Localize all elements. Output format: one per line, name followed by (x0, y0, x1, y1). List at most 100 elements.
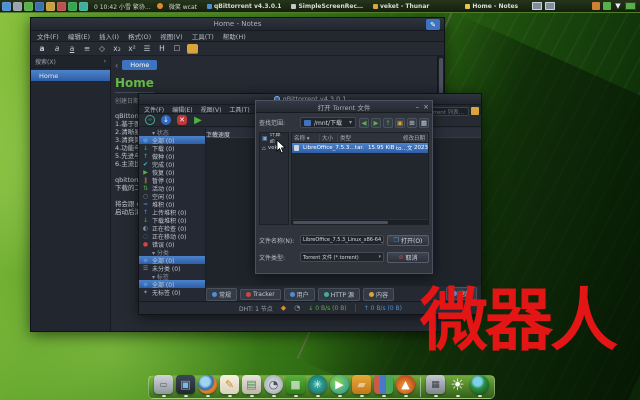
tab-peers[interactable]: 用户 (284, 288, 315, 301)
screen-icon[interactable] (545, 2, 555, 10)
file-row-selected[interactable]: LibreOffice_7.5.3…tar.gz.torrent 15.95 K… (292, 143, 428, 153)
note-list-item[interactable]: Home (31, 70, 110, 81)
alt-speed-icon[interactable]: ◆ (281, 304, 286, 312)
keyboard-icon[interactable]: ▦ (426, 375, 445, 394)
qbittorrent-menu-item[interactable]: 编辑(E) (172, 105, 192, 114)
monitor-icon[interactable] (35, 2, 44, 11)
filter-item[interactable]: ☰ 未分类 (0) (139, 264, 205, 272)
scrollbar-thumb[interactable] (293, 221, 388, 224)
column-header[interactable]: 修改日期 (401, 134, 428, 142)
package-icon[interactable] (592, 2, 600, 10)
folder-icon[interactable]: ▰ (352, 375, 371, 394)
earth-icon[interactable] (470, 375, 489, 394)
horizontal-scrollbar[interactable] (292, 219, 428, 224)
open-button[interactable]: ❐打开(O) (387, 235, 429, 246)
menu-icon[interactable] (2, 2, 11, 11)
filter-item[interactable]: ✦ 无标签 (0) (139, 288, 205, 296)
underline-icon[interactable]: a (67, 44, 77, 54)
notes-menu-item[interactable]: 插入(I) (99, 31, 119, 41)
filename-input[interactable]: LibreOffice_7.5.3_Linux_x86-64_deb.tar.g… (300, 235, 384, 245)
list-icon[interactable]: ☰ (142, 44, 152, 54)
display-icon[interactable] (532, 2, 542, 10)
rocket-icon[interactable]: ▲ (396, 375, 415, 394)
notes-icon[interactable]: ✎ (220, 375, 239, 394)
camera-icon[interactable] (79, 2, 88, 11)
edit-note-button[interactable]: ✎ (426, 19, 440, 30)
tab-http-sources[interactable]: HTTP 源 (318, 288, 360, 301)
resume-icon[interactable]: ▶ (193, 115, 203, 125)
package-icon[interactable]: ■ (286, 375, 305, 394)
taskbar-item[interactable]: Home - Notes (465, 3, 518, 10)
monitor-icon[interactable]: ▣ (176, 375, 195, 394)
dialog-help-button[interactable]: – (416, 103, 420, 111)
brightness-icon[interactable]: ☀ (448, 375, 467, 394)
network-icon[interactable]: ✳ (308, 375, 327, 394)
notes-titlebar[interactable]: Home - Notes ✎ (31, 18, 444, 31)
media-player-icon[interactable]: ▶ (330, 375, 349, 394)
filter-item[interactable]: ● 错误 (0) (139, 240, 205, 248)
superscript-icon[interactable]: x² (127, 44, 137, 54)
code-icon[interactable]: ◇ (97, 44, 107, 54)
qbittorrent-menu-item[interactable]: 工具(T) (229, 105, 249, 114)
dock-separator[interactable] (420, 377, 421, 397)
desktop-icon[interactable]: ▭ (154, 375, 173, 394)
firefox-icon[interactable] (198, 375, 217, 394)
tab-content[interactable]: 内容 (363, 288, 394, 301)
icon-view-button[interactable]: ⊞ (407, 118, 417, 128)
gallery-icon[interactable] (46, 2, 55, 11)
file-list[interactable]: 名称 ▾大小类型修改日期 LibreOffice_7.5.3…tar.gz.to… (291, 132, 429, 225)
network-icon[interactable]: ▼ (614, 2, 622, 10)
messenger-icon[interactable] (603, 2, 611, 10)
dialog-close-button[interactable]: × (423, 103, 429, 111)
column-header[interactable]: 类型 (338, 134, 401, 142)
filter-folder-icon[interactable] (471, 107, 479, 115)
back-button[interactable]: ‹ (115, 61, 118, 70)
back-button[interactable]: ◀ (359, 118, 369, 128)
notes-menu-item[interactable]: 工具(T) (192, 31, 214, 41)
column-header[interactable]: 名称 ▾ (292, 134, 320, 142)
bold-icon[interactable]: a (37, 44, 47, 54)
taskbar-item[interactable]: veket - Thunar (373, 3, 429, 10)
checkbox-icon[interactable]: ☐ (172, 44, 182, 54)
up-button[interactable]: ↑ (383, 118, 393, 128)
leaf-icon[interactable] (24, 2, 33, 11)
clock-icon[interactable]: ◔ (264, 375, 283, 394)
forward-button[interactable]: ▶ (371, 118, 381, 128)
notification-icon[interactable] (157, 3, 163, 9)
tab-home[interactable]: Home (122, 60, 157, 70)
column-header[interactable]: 大小 (320, 134, 338, 142)
speed-limit-icon[interactable]: ◔ (294, 304, 300, 312)
heading-icon[interactable]: H (157, 44, 167, 54)
open-torrent-dialog[interactable]: 打开 Torrent 文件 – × 查找范围: /mnt/下载 ▾ ◀▶↑▣⊞▦… (255, 100, 433, 274)
folder-icon[interactable] (187, 44, 198, 54)
tab-general[interactable]: 常规 (206, 288, 237, 301)
notes-search-row[interactable]: 搜索(X) ‹ (31, 56, 110, 68)
subscript-icon[interactable]: x₂ (112, 44, 122, 54)
filetype-combobox[interactable]: Torrent 文件 (*.torrent)▾ (300, 252, 384, 262)
add-link-icon[interactable]: ∞ (145, 115, 155, 125)
detail-view-button[interactable]: ▦ (419, 118, 429, 128)
battery-icon[interactable] (625, 2, 636, 10)
delete-icon[interactable]: ✕ (177, 115, 187, 125)
books-icon[interactable] (374, 375, 393, 394)
notes-menu-item[interactable]: 格式(O) (128, 31, 151, 41)
collapse-sidebar-button[interactable]: ‹ (104, 58, 106, 65)
chat-icon[interactable] (68, 2, 77, 11)
taskbar-item[interactable]: SimpleScreenRec… (291, 3, 363, 10)
notes-menu-item[interactable]: 帮助(H) (223, 31, 246, 41)
tab-trackers[interactable]: Tracker (240, 289, 281, 300)
italic-icon[interactable]: a (52, 44, 62, 54)
qbittorrent-menu-item[interactable]: 视图(V) (201, 105, 222, 114)
qbittorrent-menu-item[interactable]: 文件(F) (144, 105, 164, 114)
gallery-icon[interactable]: ▤ (242, 375, 261, 394)
cancel-button[interactable]: ⊘取消 (387, 252, 429, 263)
dialog-titlebar[interactable]: 打开 Torrent 文件 – × (256, 101, 432, 113)
new-folder-button[interactable]: ▣ (395, 118, 405, 128)
file-list-header[interactable]: 名称 ▾大小类型修改日期 (292, 133, 428, 143)
column-header[interactable]: 上传速度 (206, 130, 230, 139)
files-icon[interactable] (13, 2, 22, 11)
notes-menu-item[interactable]: 视图(V) (160, 31, 183, 41)
path-combobox[interactable]: /mnt/下载 ▾ (300, 117, 356, 128)
notes-menu-item[interactable]: 文件(F) (37, 31, 59, 41)
add-torrent-icon[interactable]: ↓ (161, 115, 171, 125)
